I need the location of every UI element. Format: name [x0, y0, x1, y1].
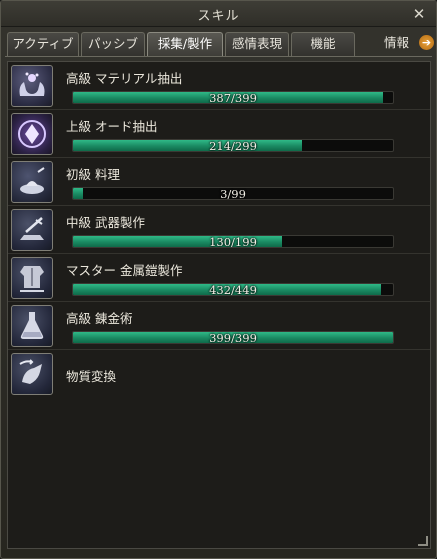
close-icon[interactable]: ✕ [412, 7, 426, 22]
skill-name: 高級 マテリアル抽出 [66, 71, 183, 86]
skill-window: スキル ✕ アクティブ パッシブ 採集/製作 感情表現 機能 情報 ➔ 高級 マ… [0, 0, 437, 559]
skill-name: 高級 錬金術 [66, 311, 133, 326]
skill-row-material-extraction[interactable]: 高級 マテリアル抽出 387/399 [8, 62, 430, 110]
progress-text: 3/99 [220, 187, 246, 200]
progress-text: 130/199 [209, 235, 257, 248]
skill-progress-bar: 399/399 [72, 331, 394, 344]
armor-icon[interactable] [11, 257, 53, 299]
ode-crystal-icon[interactable] [11, 113, 53, 155]
skill-name: マスター 金属鎧製作 [66, 263, 183, 278]
extraction-hands-icon[interactable] [11, 65, 53, 107]
skill-row-metal-armor-crafting[interactable]: マスター 金属鎧製作 432/449 [8, 254, 430, 302]
skill-name: 中級 武器製作 [66, 215, 145, 230]
progress-text: 387/399 [209, 91, 257, 104]
skill-row-transmutation[interactable]: 物質変換 [8, 350, 430, 398]
window-title: スキル [197, 9, 240, 24]
skill-list: 高級 マテリアル抽出 387/399 上級 オード抽出 214/299 初級 料… [7, 61, 431, 549]
alchemy-flask-icon[interactable] [11, 305, 53, 347]
tab-passive[interactable]: パッシブ [81, 32, 145, 56]
skill-row-weapon-crafting[interactable]: 中級 武器製作 130/199 [8, 206, 430, 254]
tab-bar: アクティブ パッシブ 採集/製作 感情表現 機能 情報 ➔ [7, 32, 434, 56]
tab-functions[interactable]: 機能 [291, 32, 355, 56]
tab-info[interactable]: 情報 ➔ [384, 32, 434, 56]
tab-emotes[interactable]: 感情表現 [225, 32, 289, 56]
cooking-icon[interactable] [11, 161, 53, 203]
arrow-right-icon: ➔ [419, 35, 434, 50]
transmute-hand-icon[interactable] [11, 353, 53, 395]
skill-name: 物質変換 [66, 369, 117, 384]
skill-row-cooking[interactable]: 初級 料理 3/99 [8, 158, 430, 206]
progress-text: 432/449 [209, 283, 257, 296]
skill-name: 上級 オード抽出 [66, 119, 158, 134]
skill-progress-bar: 387/399 [72, 91, 394, 104]
info-tab-label: 情報 [384, 35, 410, 50]
progress-text: 399/399 [209, 331, 257, 344]
tab-divider [5, 56, 432, 57]
skill-progress-bar: 214/299 [72, 139, 394, 152]
resize-handle[interactable] [418, 536, 428, 546]
skill-row-alchemy[interactable]: 高級 錬金術 399/399 [8, 302, 430, 350]
skill-name: 初級 料理 [66, 167, 120, 182]
weapon-anvil-icon[interactable] [11, 209, 53, 251]
skill-progress-bar: 432/449 [72, 283, 394, 296]
progress-text: 214/299 [209, 139, 257, 152]
skill-progress-bar: 3/99 [72, 187, 394, 200]
tab-gathering-crafting[interactable]: 採集/製作 [147, 32, 223, 56]
title-bar[interactable]: スキル ✕ [1, 1, 436, 27]
skill-row-ode-extraction[interactable]: 上級 オード抽出 214/299 [8, 110, 430, 158]
skill-progress-bar: 130/199 [72, 235, 394, 248]
tab-active-skills[interactable]: アクティブ [7, 32, 79, 56]
